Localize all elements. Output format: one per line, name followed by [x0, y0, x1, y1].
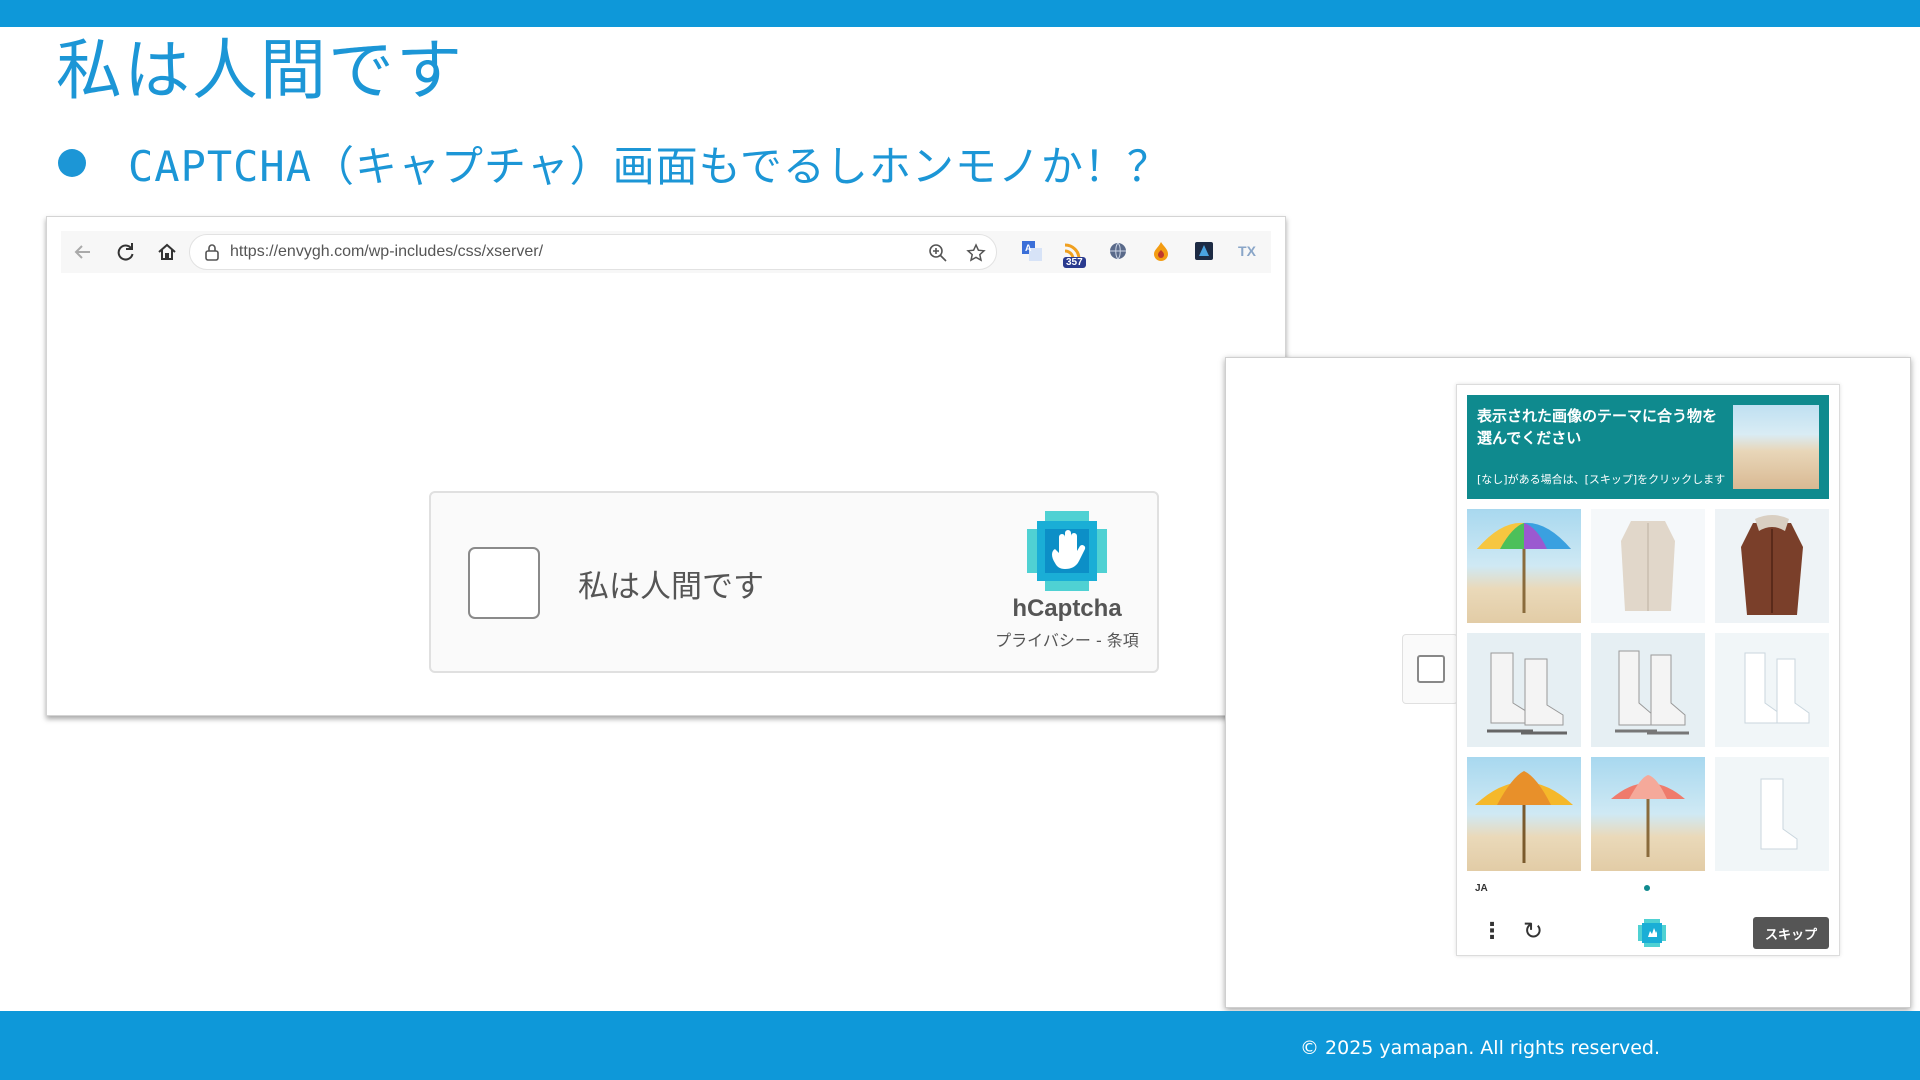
image-grid	[1467, 509, 1829, 871]
tile-skates-1[interactable]	[1467, 633, 1581, 747]
privacy-terms-links[interactable]: プライバシー - 条項	[977, 627, 1157, 651]
flame-extension-icon[interactable]	[1147, 237, 1175, 265]
lock-icon[interactable]	[204, 243, 220, 261]
browser-toolbar: https://envygh.com/wp-includes/css/xserv…	[61, 231, 1271, 273]
hcaptcha-small-logo-icon	[1638, 919, 1666, 947]
widget-checkbox[interactable]	[1417, 655, 1445, 683]
reload-icon[interactable]	[111, 238, 139, 266]
rss-extension-icon[interactable]: 357	[1061, 237, 1089, 268]
human-checkbox[interactable]	[468, 547, 540, 619]
zoom-icon[interactable]	[926, 241, 950, 265]
bullet-dot	[58, 149, 86, 177]
slide-bottom-bar: © 2025 yamapan. All rights reserved.	[0, 1011, 1920, 1080]
challenge-screenshot: 表示された画像のテーマに合う物を選んでください [なし]がある場合は、[スキップ…	[1225, 357, 1911, 1008]
url-text[interactable]: https://envygh.com/wp-includes/css/xserv…	[230, 243, 543, 261]
globe-extension-icon[interactable]	[1104, 237, 1132, 265]
page-indicator	[1644, 885, 1650, 891]
tile-pink-umbrella[interactable]	[1591, 757, 1705, 871]
prompt-example-image	[1733, 405, 1819, 489]
tile-yellow-umbrella[interactable]	[1467, 757, 1581, 871]
bullet-text: CAPTCHA（キャプチャ）画面もでるしホンモノか！？	[128, 141, 1170, 191]
tile-skates-faded[interactable]	[1715, 633, 1829, 747]
tile-rainbow-umbrella[interactable]	[1467, 509, 1581, 623]
tile-fur-coat[interactable]	[1715, 509, 1829, 623]
translate-extension-icon[interactable]: A	[1018, 237, 1046, 265]
dark-extension-icon[interactable]	[1190, 237, 1218, 265]
prompt-text: 表示された画像のテーマに合う物を選んでください	[1477, 407, 1718, 447]
tile-coat-faded[interactable]	[1591, 509, 1705, 623]
skip-button[interactable]: スキップ	[1753, 917, 1829, 949]
home-icon[interactable]	[153, 238, 181, 266]
back-icon[interactable]	[69, 238, 97, 266]
browser-screenshot: https://envygh.com/wp-includes/css/xserv…	[46, 216, 1286, 716]
rss-badge: 357	[1063, 257, 1086, 268]
challenge-panel: 表示された画像のテーマに合う物を選んでください [なし]がある場合は、[スキップ…	[1456, 384, 1840, 956]
language-selector[interactable]: JA	[1475, 883, 1488, 894]
refresh-icon[interactable]: ↻	[1523, 917, 1543, 945]
copyright-text: © 2025 yamapan. All rights reserved.	[1300, 1037, 1660, 1059]
challenge-prompt: 表示された画像のテーマに合う物を選んでください [なし]がある場合は、[スキップ…	[1467, 395, 1829, 499]
hcaptcha-brand: hCaptcha	[1012, 595, 1122, 622]
star-icon[interactable]	[964, 241, 988, 265]
challenge-footer: ⋮ ↻ スキップ	[1467, 915, 1829, 949]
hcaptcha-logo-icon	[1027, 511, 1107, 591]
prompt-hint: [なし]がある場合は、[スキップ]をクリックします	[1477, 473, 1726, 486]
text-extension-icon[interactable]: TX	[1233, 237, 1261, 265]
svg-text:A: A	[1025, 243, 1032, 253]
tile-skate-faded[interactable]	[1715, 757, 1829, 871]
menu-icon[interactable]: ⋮	[1481, 919, 1503, 944]
bullet-item: CAPTCHA（キャプチャ）画面もでるしホンモノか！？	[58, 135, 1170, 191]
slide-title: 私は人間です	[56, 32, 464, 109]
slide-top-bar	[0, 0, 1920, 27]
hcaptcha-widget: 私は人間です hCaptcha プライバシー - 条項	[429, 491, 1159, 673]
address-bar[interactable]: https://envygh.com/wp-includes/css/xserv…	[189, 234, 997, 270]
checkbox-label: 私は人間です	[578, 569, 764, 605]
collapsed-hcaptcha-widget	[1402, 634, 1458, 704]
tile-skates-2[interactable]	[1591, 633, 1705, 747]
